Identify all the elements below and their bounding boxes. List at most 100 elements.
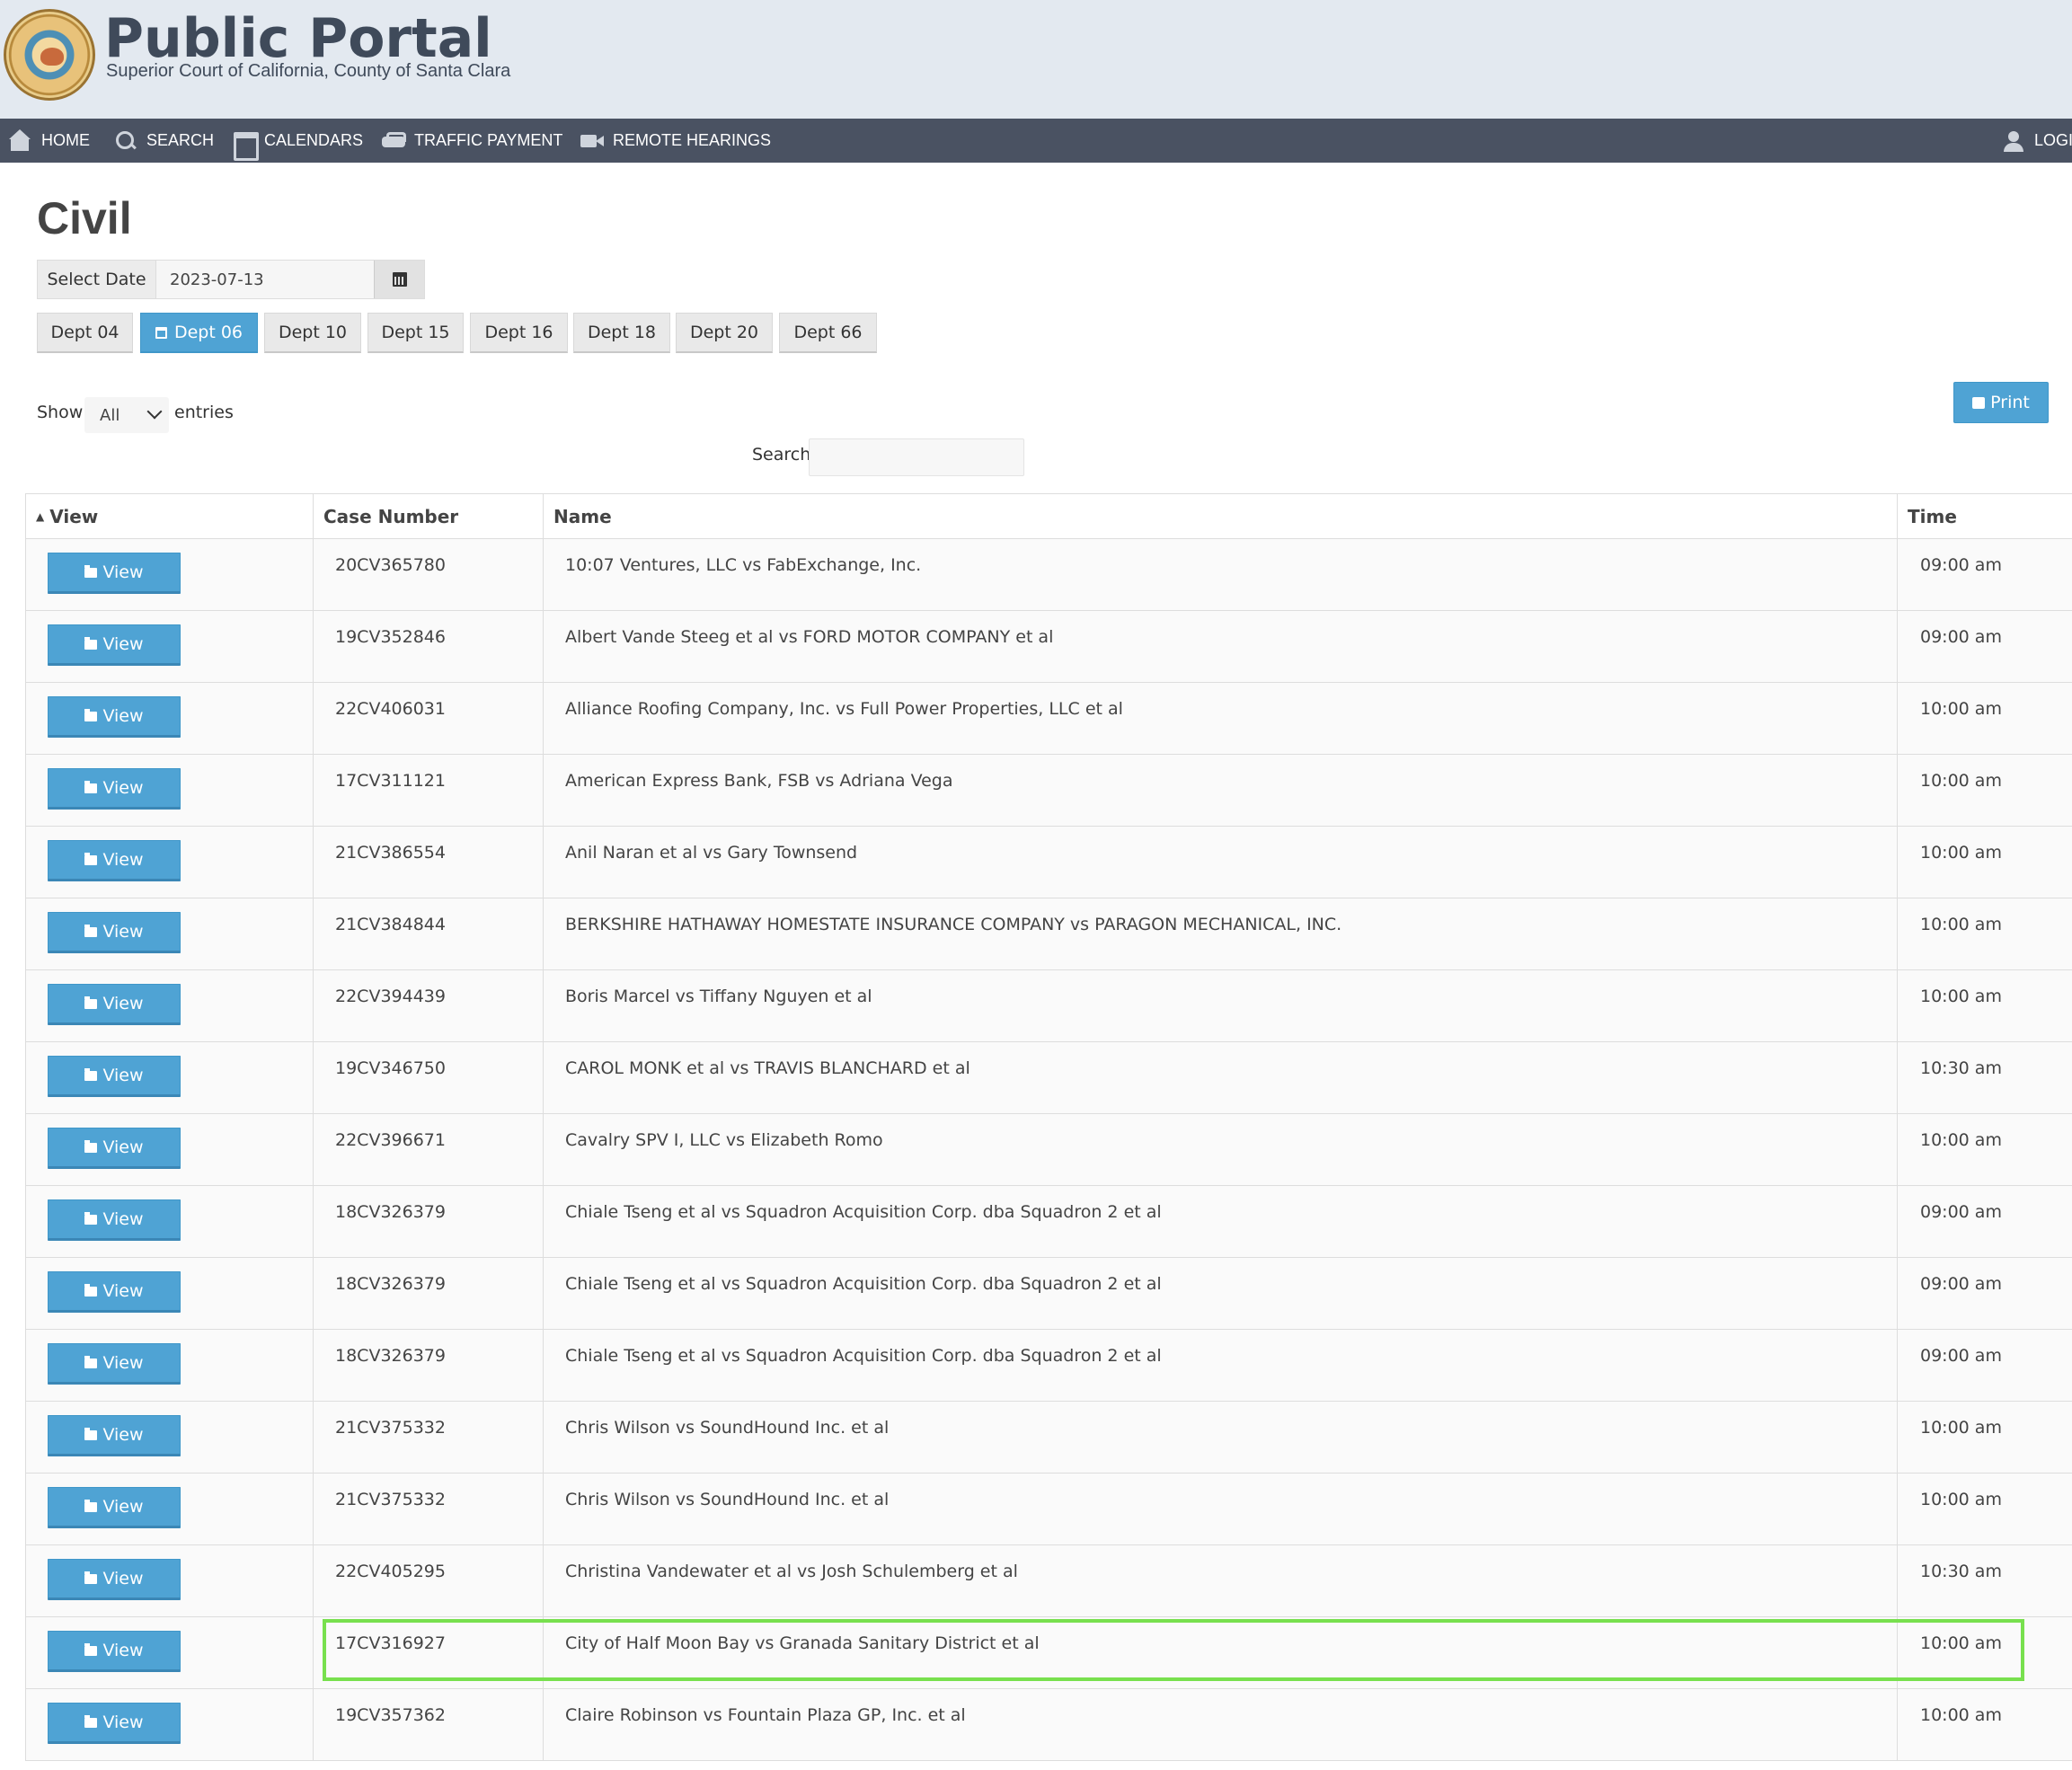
print-icon — [1972, 396, 1986, 409]
tab-dept-10[interactable]: Dept 10 — [264, 313, 361, 353]
folder-icon — [84, 1211, 98, 1225]
case-name-cell: CAROL MONK et al vs TRAVIS BLANCHARD et … — [544, 1042, 1898, 1114]
print-button[interactable]: Print — [1953, 382, 2049, 423]
table-row: View 19CV346750 CAROL MONK et al vs TRAVIS… — [26, 1042, 2072, 1114]
tab-dept-15[interactable]: Dept 15 — [367, 313, 464, 353]
view-button[interactable]: View — [48, 1056, 181, 1097]
entries-select[interactable]: All — [84, 397, 169, 433]
nav-remote-label: REMOTE HEARINGS — [613, 131, 772, 149]
folder-icon — [84, 708, 98, 721]
tab-dept-06[interactable]: Dept 06 — [140, 313, 258, 353]
table-row: View 22CV396671 Cavalry SPV I, LLC vs Eliz… — [26, 1114, 2072, 1186]
folder-icon — [84, 1139, 98, 1153]
nav-login-label: LOGI — [2034, 131, 2072, 149]
time-cell: 10:00 am — [1920, 1705, 2002, 1725]
view-button[interactable]: View — [48, 1199, 181, 1241]
site-header: Public Portal Superior Court of Californ… — [0, 0, 2072, 119]
case-number-cell: 22CV396671 — [314, 1114, 544, 1186]
case-name-cell: Albert Vande Steeg et al vs FORD MOTOR C… — [544, 611, 1898, 683]
view-button-label: View — [102, 1497, 144, 1517]
folder-icon — [84, 564, 98, 578]
case-number-cell: 20CV365780 — [314, 539, 544, 611]
case-name-cell: Chiale Tseng et al vs Squadron Acquisiti… — [544, 1258, 1898, 1330]
view-cell: View — [26, 1402, 314, 1474]
video-camera-icon — [580, 129, 604, 153]
nav-calendars[interactable]: CALENDARS — [232, 119, 363, 163]
nav-login[interactable]: LOGI — [2002, 119, 2072, 163]
view-button[interactable]: View — [48, 912, 181, 953]
view-cell: View — [26, 970, 314, 1042]
case-number-cell: 22CV405295 — [314, 1545, 544, 1617]
view-button[interactable]: View — [48, 1343, 181, 1385]
view-button[interactable]: View — [48, 1128, 181, 1169]
view-button[interactable]: View — [48, 696, 181, 738]
case-name-cell: Cavalry SPV I, LLC vs Elizabeth Romo — [544, 1114, 1898, 1186]
time-cell: 10:00 am — [1920, 1490, 2002, 1509]
search-label: Search: — [752, 445, 817, 465]
tab-dept-66[interactable]: Dept 66 — [779, 313, 877, 353]
time-cell: 09:00 am — [1920, 1274, 2002, 1294]
view-button-label: View — [102, 1137, 144, 1157]
main-navbar: HOME SEARCH CALENDARS TRAFFIC PAYMENT RE… — [0, 119, 2072, 163]
table-row: View 18CV326379 Chiale Tseng et al vs Squa… — [26, 1258, 2072, 1330]
view-button-label: View — [102, 634, 144, 654]
header-view[interactable]: ▲ View — [26, 494, 314, 539]
view-cell: View — [26, 683, 314, 755]
view-button-label: View — [102, 1641, 144, 1660]
time-cell: 09:00 am — [1920, 555, 2002, 575]
case-number-cell: 18CV326379 — [314, 1258, 544, 1330]
view-cell: View — [26, 898, 314, 970]
table-body: View 20CV365780 10:07 Ventures, LLC vs Fab… — [26, 539, 2072, 1761]
entries-select-value: All — [100, 405, 120, 425]
table-row: View 19CV357362 Claire Robinson vs Fountai… — [26, 1689, 2072, 1761]
car-icon — [382, 129, 406, 153]
view-button[interactable]: View — [48, 624, 181, 666]
header-time[interactable]: Time — [1898, 494, 2072, 539]
search-input[interactable] — [809, 438, 1024, 476]
case-number-cell: 22CV394439 — [314, 970, 544, 1042]
view-button[interactable]: View — [48, 553, 181, 594]
header-case-number[interactable]: Case Number — [314, 494, 544, 539]
view-button[interactable]: View — [48, 768, 181, 810]
date-input[interactable]: 2023-07-13 — [155, 261, 374, 298]
header-name[interactable]: Name — [544, 494, 1898, 539]
nav-home[interactable]: HOME — [9, 119, 90, 163]
court-seal-logo — [4, 9, 95, 101]
view-cell: View — [26, 1042, 314, 1114]
table-header: ▲ View Case Number Name Time — [26, 494, 2072, 539]
folder-icon — [84, 1499, 98, 1512]
time-cell: 09:00 am — [1920, 627, 2002, 647]
view-button[interactable]: View — [48, 840, 181, 881]
view-button-label: View — [102, 1209, 144, 1229]
nav-search[interactable]: SEARCH — [114, 119, 214, 163]
view-button[interactable]: View — [48, 1559, 181, 1600]
case-number-cell: 18CV326379 — [314, 1330, 544, 1402]
tab-dept-18[interactable]: Dept 18 — [573, 313, 670, 353]
tab-dept-16[interactable]: Dept 16 — [470, 313, 568, 353]
view-button[interactable]: View — [48, 1415, 181, 1456]
folder-icon — [84, 1427, 98, 1440]
calendar-button[interactable] — [374, 261, 424, 298]
nav-traffic-payment[interactable]: TRAFFIC PAYMENT — [382, 119, 562, 163]
home-icon — [9, 128, 32, 153]
print-label: Print — [1990, 393, 2030, 412]
case-number-cell: 19CV357362 — [314, 1689, 544, 1761]
view-button[interactable]: View — [48, 1703, 181, 1744]
view-button[interactable]: View — [48, 1487, 181, 1528]
nav-remote-hearings[interactable]: REMOTE HEARINGS — [580, 119, 771, 163]
view-button[interactable]: View — [48, 984, 181, 1025]
view-button[interactable]: View — [48, 1631, 181, 1672]
case-number-cell: 17CV311121 — [314, 755, 544, 827]
tab-dept-20[interactable]: Dept 20 — [676, 313, 773, 353]
case-name-cell: Christina Vandewater et al vs Josh Schul… — [544, 1545, 1898, 1617]
sort-asc-icon: ▲ — [36, 510, 45, 523]
case-name-cell: American Express Bank, FSB vs Adriana Ve… — [544, 755, 1898, 827]
time-cell: 09:00 am — [1920, 1346, 2002, 1366]
chevron-down-icon — [146, 403, 163, 420]
tab-dept-04[interactable]: Dept 04 — [37, 313, 133, 353]
nav-traffic-label: TRAFFIC PAYMENT — [414, 131, 563, 149]
case-name-cell: Chris Wilson vs SoundHound Inc. et al — [544, 1402, 1898, 1474]
view-button[interactable]: View — [48, 1271, 181, 1313]
case-number-cell: 19CV346750 — [314, 1042, 544, 1114]
folder-icon — [84, 1714, 98, 1728]
